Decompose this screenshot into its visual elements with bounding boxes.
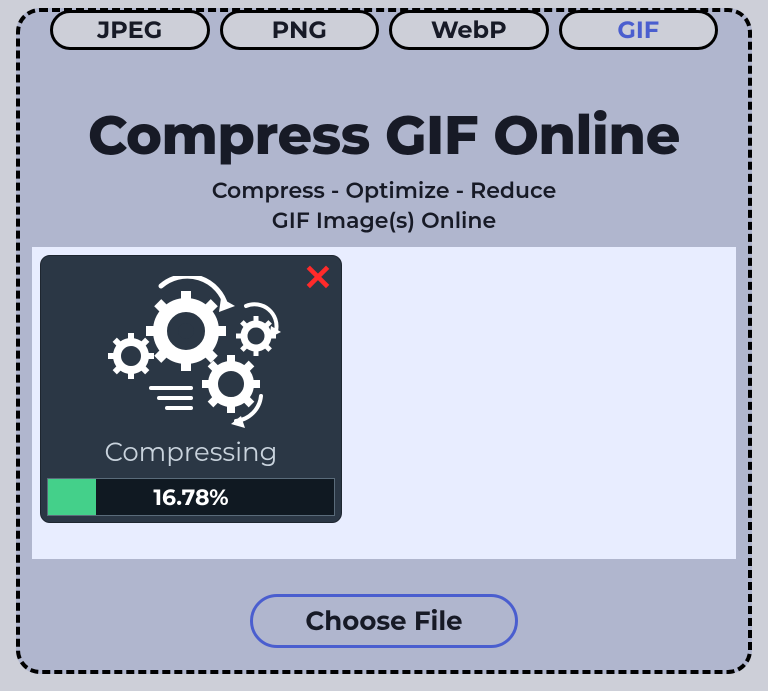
progress-bar: 16.78%: [47, 478, 335, 516]
subtitle-line-1: Compress - Optimize - Reduce: [212, 177, 557, 204]
page-title: Compress GIF Online: [20, 102, 748, 168]
status-label: Compressing: [41, 436, 341, 468]
gears-icon: [91, 276, 301, 428]
file-drop-zone[interactable]: ✕: [32, 247, 736, 559]
tab-png[interactable]: PNG: [220, 10, 380, 50]
progress-value: 16.78%: [48, 479, 334, 515]
tab-webp[interactable]: WebP: [389, 10, 549, 50]
compressing-card: ✕: [40, 255, 342, 523]
compressor-panel: JPEG PNG WebP GIF Compress GIF Online Co…: [16, 8, 752, 674]
page-subtitle: Compress - Optimize - Reduce GIF Image(s…: [20, 176, 748, 235]
choose-file-button[interactable]: Choose File: [250, 594, 518, 648]
subtitle-line-2: GIF Image(s) Online: [272, 207, 496, 234]
format-tabs: JPEG PNG WebP GIF: [50, 10, 718, 50]
close-icon[interactable]: ✕: [303, 260, 333, 296]
tab-gif[interactable]: GIF: [559, 10, 719, 50]
tab-jpeg[interactable]: JPEG: [50, 10, 210, 50]
